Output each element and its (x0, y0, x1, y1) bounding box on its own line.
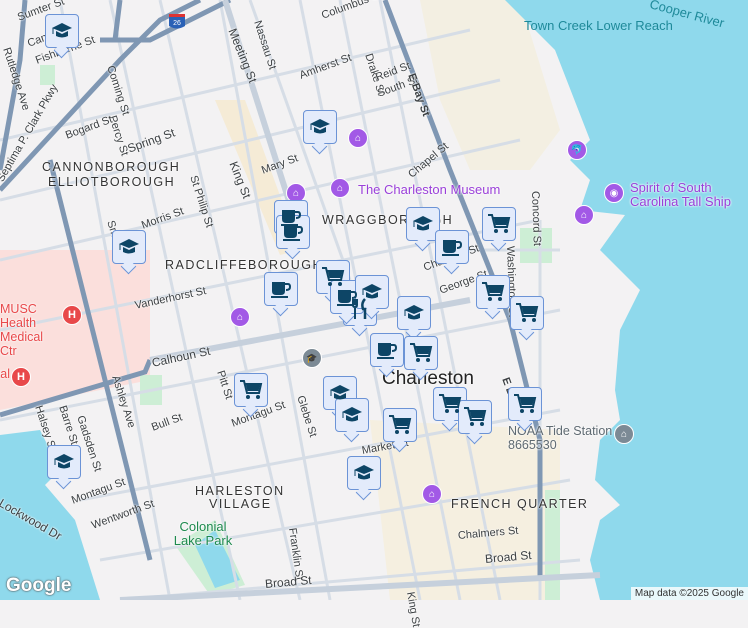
hospital-pin-icon[interactable]: H (62, 305, 82, 325)
shopping-cart-icon (438, 393, 462, 415)
coffee-cup-icon (282, 222, 304, 242)
museum-pin-icon[interactable]: ⌂ (330, 178, 350, 198)
school-pin-icon[interactable]: 🎓 (302, 348, 322, 368)
aquarium-pin-icon[interactable]: 🐬 (567, 140, 587, 160)
coffee-cup-icon (441, 237, 463, 257)
coffee-marker[interactable] (435, 230, 469, 264)
museum-pin-icon[interactable]: ⌂ (574, 205, 594, 225)
street-label: Concord St (529, 190, 543, 247)
coffee-marker[interactable] (370, 333, 404, 367)
hospital-pin-icon[interactable]: H (11, 367, 31, 387)
coffee-cup-icon (270, 279, 292, 299)
park (40, 65, 55, 85)
poi-label[interactable]: Spirit of South Carolina Tall Ship (630, 181, 740, 209)
svg-text:26: 26 (173, 20, 181, 27)
museum-pin-icon[interactable]: ⌂ (422, 484, 442, 504)
graduation-cap-icon (341, 406, 363, 424)
neighborhood-label: VILLAGE (209, 497, 272, 511)
shopping-cart-icon (487, 213, 511, 235)
grocery-marker[interactable] (383, 408, 417, 442)
graduation-cap-icon (53, 453, 75, 471)
shopping-cart-icon (481, 281, 505, 303)
shopping-cart-icon (463, 406, 487, 428)
graduation-cap-icon (412, 215, 434, 233)
grocery-marker[interactable] (458, 400, 492, 434)
grocery-marker[interactable] (476, 275, 510, 309)
grocery-marker[interactable] (404, 336, 438, 370)
school-marker[interactable] (347, 456, 381, 490)
coffee-cup-icon (376, 340, 398, 360)
grocery-marker[interactable] (508, 387, 542, 421)
museum-pin-icon[interactable]: ⌂ (230, 307, 250, 327)
graduation-cap-icon (353, 464, 375, 482)
water-label: Town Creek Lower Reach (524, 18, 673, 33)
google-logo: Google (6, 575, 72, 596)
shopping-cart-icon (409, 342, 433, 364)
graduation-cap-icon (309, 118, 331, 136)
attraction-pin-icon[interactable]: ◉ (604, 183, 624, 203)
shopping-cart-icon (239, 379, 263, 401)
neighborhood-label: HARLESTON (195, 484, 285, 498)
poi-label[interactable]: The Charleston Museum (358, 182, 500, 197)
neighborhood-label: ELLIOTBOROUGH (48, 175, 176, 189)
poi-label[interactable]: MUSC Health Medical Ctr (0, 302, 62, 358)
neighborhood-label: FRENCH QUARTER (451, 497, 589, 511)
coffee-cup-icon (336, 287, 358, 307)
park-label: Colonial Lake Park (173, 519, 233, 548)
grocery-marker[interactable] (234, 373, 268, 407)
graduation-cap-icon (51, 22, 73, 40)
museum-pin-icon[interactable]: ⌂ (348, 128, 368, 148)
shopping-cart-icon (515, 302, 539, 324)
school-marker[interactable] (47, 445, 81, 479)
graduation-cap-icon (118, 238, 140, 256)
neighborhood-label: CANNONBOROUGH (42, 160, 181, 174)
grocery-marker[interactable] (510, 296, 544, 330)
school-marker[interactable] (397, 296, 431, 330)
neighborhood-label: RADCLIFFEBOROUGH (165, 258, 324, 272)
shopping-cart-icon (388, 414, 412, 436)
graduation-cap-icon (361, 283, 383, 301)
school-marker[interactable] (45, 14, 79, 48)
school-marker[interactable] (303, 110, 337, 144)
school-marker[interactable] (335, 398, 369, 432)
shopping-cart-icon (321, 266, 345, 288)
graduation-cap-icon (329, 384, 351, 402)
map-attribution[interactable]: Map data ©2025 Google (630, 587, 748, 600)
school-marker[interactable] (112, 230, 146, 264)
interstate-26-shield: 26 (169, 14, 185, 29)
shopping-cart-icon (513, 393, 537, 415)
poi-label[interactable]: Children's Hospital (0, 367, 10, 381)
coffee-marker[interactable] (264, 272, 298, 306)
graduation-cap-icon (403, 304, 425, 322)
grocery-marker[interactable] (482, 207, 516, 241)
